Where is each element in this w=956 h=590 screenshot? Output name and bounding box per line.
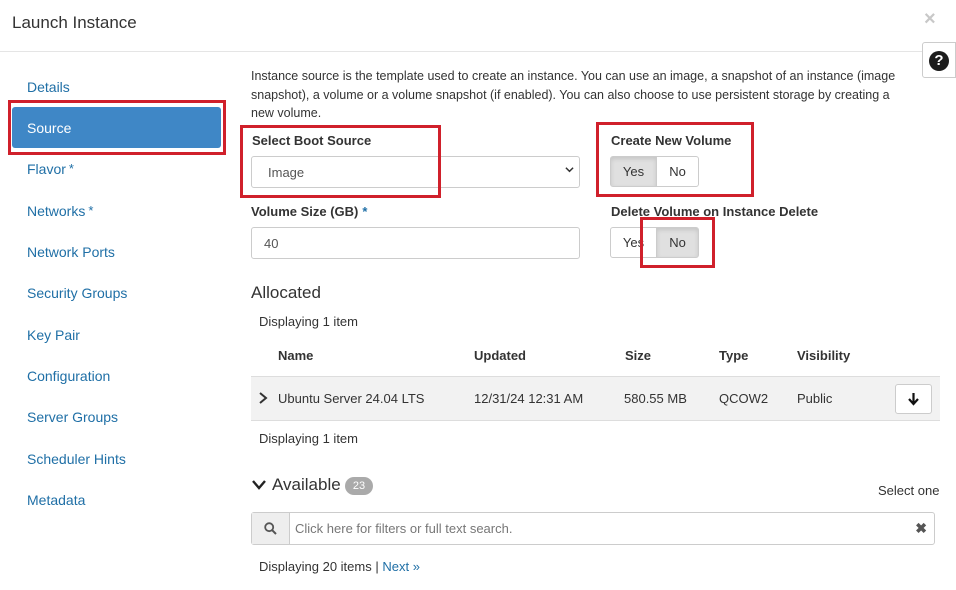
sidebar-item-details[interactable]: Details <box>27 79 70 95</box>
source-description: Instance source is the template used to … <box>251 67 941 123</box>
required-marker: * <box>68 161 74 176</box>
search-icon <box>264 522 277 535</box>
highlight-box-source <box>8 100 226 155</box>
cell-name: Ubuntu Server 24.04 LTS <box>278 391 425 406</box>
column-header-visibility[interactable]: Visibility <box>797 348 850 363</box>
available-title[interactable]: Available <box>272 475 341 495</box>
sidebar-item-label: Key Pair <box>27 327 80 343</box>
modal-title: Launch Instance <box>12 13 137 32</box>
sidebar-item-server-groups[interactable]: Server Groups <box>27 409 118 425</box>
cell-updated: 12/31/24 12:31 AM <box>474 391 584 406</box>
sidebar-item-label: Network Ports <box>27 244 115 260</box>
sidebar-item-network-ports[interactable]: Network Ports <box>27 244 115 260</box>
sidebar-item-key-pair[interactable]: Key Pair <box>27 327 80 343</box>
search-bar[interactable]: Click here for filters or full text sear… <box>251 512 935 545</box>
chevron-right-icon[interactable] <box>258 392 268 404</box>
sidebar-item-flavor[interactable]: Flavor * <box>27 161 74 177</box>
cell-type: QCOW2 <box>719 391 769 406</box>
sidebar-item-configuration[interactable]: Configuration <box>27 368 110 384</box>
volume-size-label: Volume Size (GB) * <box>251 204 367 219</box>
available-count: Displaying 20 items <box>259 559 372 574</box>
column-header-updated[interactable]: Updated <box>474 348 526 363</box>
sidebar-item-label: Details <box>27 79 70 95</box>
pagination-separator: | <box>375 559 379 574</box>
column-header-size[interactable]: Size <box>625 348 651 363</box>
header-divider <box>0 51 956 52</box>
volume-size-label-text: Volume Size (GB) <box>251 204 359 219</box>
allocated-title: Allocated <box>251 283 321 302</box>
description-line: Instance source is the template used to … <box>251 69 896 83</box>
sidebar-item-label: Configuration <box>27 368 111 384</box>
column-header-type[interactable]: Type <box>719 348 748 363</box>
sidebar-item-label: Server Groups <box>27 409 119 425</box>
sidebar-item-metadata[interactable]: Metadata <box>27 492 85 508</box>
available-pagination: Displaying 20 items | Next » <box>259 559 420 574</box>
volume-size-input[interactable]: 40 <box>251 227 580 259</box>
sidebar-item-scheduler-hints[interactable]: Scheduler Hints <box>27 451 126 467</box>
close-icon[interactable]: × <box>924 8 936 31</box>
select-one-hint: Select one <box>878 483 940 498</box>
column-header-name[interactable]: Name <box>278 348 313 363</box>
available-count-badge: 23 <box>345 477 373 495</box>
sidebar-item-label: Networks <box>27 203 86 219</box>
sidebar-item-label: Scheduler Hints <box>27 451 126 467</box>
highlight-box-boot-source <box>240 125 441 198</box>
search-addon <box>252 513 290 544</box>
deallocate-button[interactable] <box>895 384 932 414</box>
sidebar-item-label: Security Groups <box>27 285 128 301</box>
sidebar-item-label: Flavor <box>27 161 66 177</box>
sidebar-item-networks[interactable]: Networks * <box>27 203 93 219</box>
description-line: new volume. <box>251 106 322 120</box>
search-input[interactable]: Click here for filters or full text sear… <box>295 521 512 536</box>
next-page-link[interactable]: Next » <box>382 559 420 574</box>
allocated-count-top: Displaying 1 item <box>259 314 358 329</box>
cell-visibility: Public <box>797 391 833 406</box>
highlight-box-create-volume <box>596 122 754 197</box>
cell-size: 580.55 MB <box>624 391 687 406</box>
required-marker: * <box>362 204 368 219</box>
chevron-down-icon <box>565 167 574 173</box>
clear-search-icon[interactable]: ✖ <box>915 520 927 537</box>
description-line: snapshot), a volume or a volume snapshot… <box>251 87 890 102</box>
required-marker: * <box>88 203 94 218</box>
allocated-count-bottom: Displaying 1 item <box>259 431 358 446</box>
sidebar-item-label: Metadata <box>27 492 86 508</box>
chevron-down-icon[interactable] <box>251 478 267 492</box>
sidebar-item-security-groups[interactable]: Security Groups <box>27 285 127 301</box>
highlight-box-delete-volume <box>640 217 715 268</box>
arrow-down-icon <box>908 393 919 406</box>
